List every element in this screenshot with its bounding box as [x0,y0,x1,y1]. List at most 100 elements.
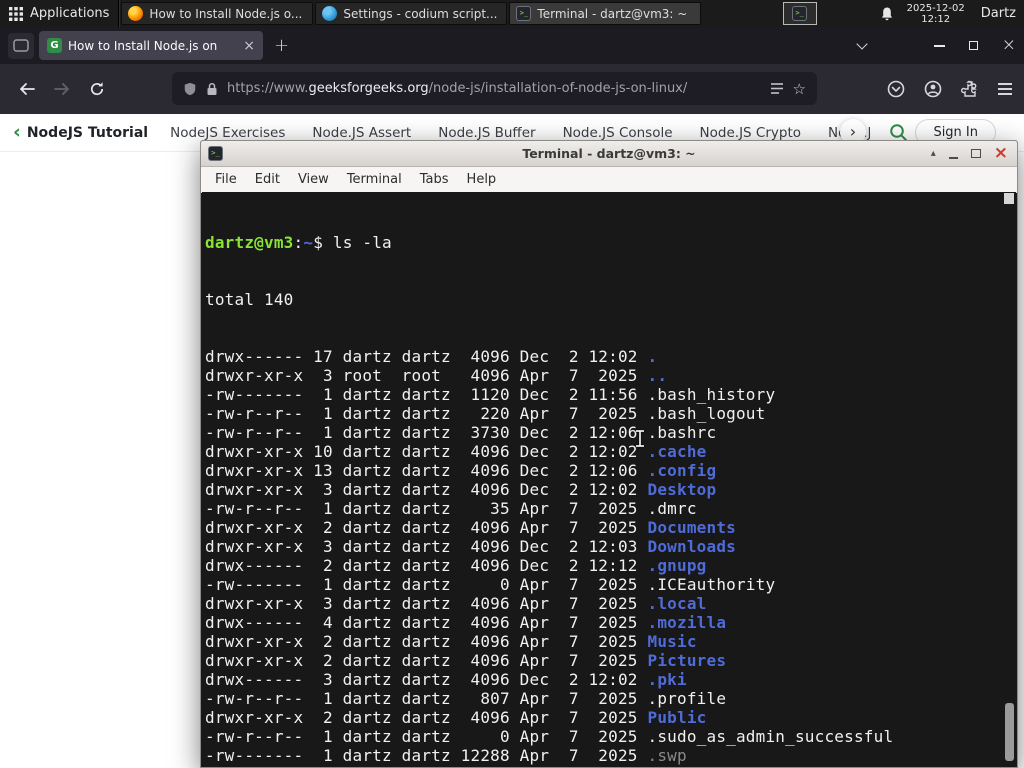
terminal-listing-line: drwx------ 4 dartz dartz 4096 Apr 7 2025… [205,613,727,632]
file-name: .swp [647,746,687,765]
reload-button[interactable] [81,73,113,105]
url-protocol: https://www. [227,81,309,96]
terminal-listing-line: drwxr-xr-x 3 dartz dartz 4096 Dec 2 12:0… [205,537,736,556]
site-nav-link[interactable]: NodeJS Exercises [170,125,285,141]
top-panel: Applications How to Install Node.js o...… [0,0,1024,27]
taskbar-window-terminal[interactable]: >_ Terminal - dartz@vm3: ~ [509,2,702,25]
account-icon[interactable] [924,80,942,98]
tab-close-icon[interactable]: × [243,39,255,53]
directory-name: Music [647,632,697,651]
browser-tab-bar: G How to Install Node.js on × + × [0,27,1024,64]
taskbar-window-firefox[interactable]: How to Install Node.js o... [121,2,314,25]
clock-time: 12:12 [921,13,951,25]
minimize-button[interactable] [933,44,945,47]
site-nav-link[interactable]: Node.JS Buffer [438,125,535,141]
terminal-output: dartz@vm3:~$ ls -la total 140 drwx------… [202,192,1016,767]
notification-bell-icon[interactable] [879,6,895,22]
url-text: https://www.geeksforgeeks.org/node-js/in… [227,81,761,96]
applications-label: Applications [30,6,110,21]
taskbar-window-label: How to Install Node.js o... [149,6,303,21]
file-name: .dmrc [647,499,697,518]
menu-edit[interactable]: Edit [246,172,289,187]
directory-name: Pictures [647,651,727,670]
back-button[interactable] [11,73,43,105]
shade-button[interactable]: ▴ [931,148,936,159]
list-all-tabs-button[interactable] [856,38,868,50]
menu-terminal[interactable]: Terminal [338,172,411,187]
terminal-listing-line: drwxr-xr-x 3 dartz dartz 4096 Apr 7 2025… [205,594,707,613]
terminal-prompt-line: dartz@vm3:~$ ls -la [205,233,392,252]
site-nav-link[interactable]: Node.JS Crypto [700,125,801,141]
directory-name: .. [647,366,668,385]
terminal-listing-line: drwx------ 17 dartz dartz 4096 Dec 2 12:… [205,347,658,366]
menu-view[interactable]: View [289,172,338,187]
forward-button[interactable] [46,73,78,105]
site-nav-title[interactable]: NodeJS Tutorial [27,125,148,141]
typed-command: ls -la [332,233,392,252]
taskbar-window-codium[interactable]: Settings - codium script... [315,2,508,25]
close-button[interactable]: × [1002,37,1016,54]
terminal-title: Terminal - dartz@vm3: ~ [522,146,696,161]
firefox-view-button[interactable] [8,32,34,59]
terminal-listing-line: -rw-r--r-- 1 dartz dartz 35 Apr 7 2025 .… [205,499,697,518]
taskbar-window-label: Terminal - dartz@vm3: ~ [537,6,688,21]
tray-terminal-icon: >_ [792,6,808,21]
pocket-icon[interactable] [887,80,905,98]
terminal-icon: >_ [208,146,223,161]
site-nav-links: NodeJS Exercises Node.JS Assert Node.JS … [170,125,870,141]
lock-icon[interactable] [206,82,218,96]
panel-separator [118,0,121,27]
minimize-button[interactable] [948,156,958,159]
mouse-cursor-ibeam [636,430,644,447]
terminal-listing-line: drwx------ 2 dartz dartz 4096 Dec 2 12:1… [205,556,707,575]
chevron-down-icon [856,38,868,50]
browser-tab-active[interactable]: G How to Install Node.js on × [39,31,263,60]
terminal-titlebar[interactable]: >_ Terminal - dartz@vm3: ~ ▴ × [201,141,1017,167]
directory-name: Templates [647,765,736,767]
terminal-listing-line: -rw-r--r-- 1 dartz dartz 0 Apr 7 2025 .s… [205,727,894,746]
maximize-button[interactable] [970,149,981,158]
terminal-listing-line: -rw-r--r-- 1 dartz dartz 807 Apr 7 2025 … [205,689,727,708]
terminal-listing-line: drwxr-xr-x 10 dartz dartz 4096 Dec 2 12:… [205,442,707,461]
menu-tabs[interactable]: Tabs [411,172,458,187]
new-tab-button[interactable]: + [274,35,289,56]
reader-view-icon[interactable] [770,82,784,95]
terminal-listing-line: drwxr-xr-x 2 dartz dartz 4096 Apr 7 2025… [205,651,727,670]
directory-name: .pki [647,670,687,689]
close-button[interactable]: × [994,145,1008,162]
clock[interactable]: 2025-12-02 12:12 [907,3,965,25]
file-name: .profile [647,689,727,708]
menu-hamburger-icon[interactable] [998,83,1012,95]
url-path: /node-js/installation-of-node-js-on-linu… [428,81,688,96]
site-nav-link[interactable]: Node.JS Console [563,125,673,141]
url-bar[interactable]: https://www.geeksforgeeks.org/node-js/in… [172,72,817,105]
terminal-listing-line: drwxr-xr-x 2 dartz dartz 4096 Apr 7 2025… [205,708,707,727]
terminal-window-controls: ▴ × [931,141,1008,166]
desktop: Applications How to Install Node.js o...… [0,0,1024,768]
terminal-scrollbar-top[interactable] [1004,193,1014,204]
bookmark-star-icon[interactable]: ☆ [793,80,806,98]
nav-back-chevron-icon[interactable]: ‹ [0,121,27,145]
directory-name: Downloads [647,537,736,556]
browser-toolbar: https://www.geeksforgeeks.org/node-js/in… [0,64,1024,114]
toolbar-right-icons [887,73,1012,105]
terminal-total-line: total 140 [205,290,294,309]
prompt-user-host: dartz@vm3 [205,233,294,252]
site-favicon: G [47,38,62,53]
directory-name: .mozilla [647,613,727,632]
directory-name: Documents [647,518,736,537]
extensions-puzzle-icon[interactable] [961,80,979,98]
terminal-window: >_ Terminal - dartz@vm3: ~ ▴ × File Edit… [200,140,1018,768]
terminal-listing-line: -rw------- 1 dartz dartz 1120 Dec 2 11:5… [205,385,776,404]
applications-menu[interactable]: Applications [0,0,118,27]
directory-name: .cache [647,442,707,461]
menu-file[interactable]: File [206,172,246,187]
menu-help[interactable]: Help [458,172,506,187]
tray-icon-button[interactable]: >_ [782,2,817,25]
tab-title: How to Install Node.js on [68,38,218,53]
terminal-scrollbar-thumb[interactable] [1005,703,1014,761]
tracking-shield-icon[interactable] [183,81,197,97]
terminal-file-listing: drwx------ 17 dartz dartz 4096 Dec 2 12:… [205,347,1016,767]
maximize-button[interactable] [968,41,978,50]
site-nav-link[interactable]: Node.JS Assert [312,125,411,141]
